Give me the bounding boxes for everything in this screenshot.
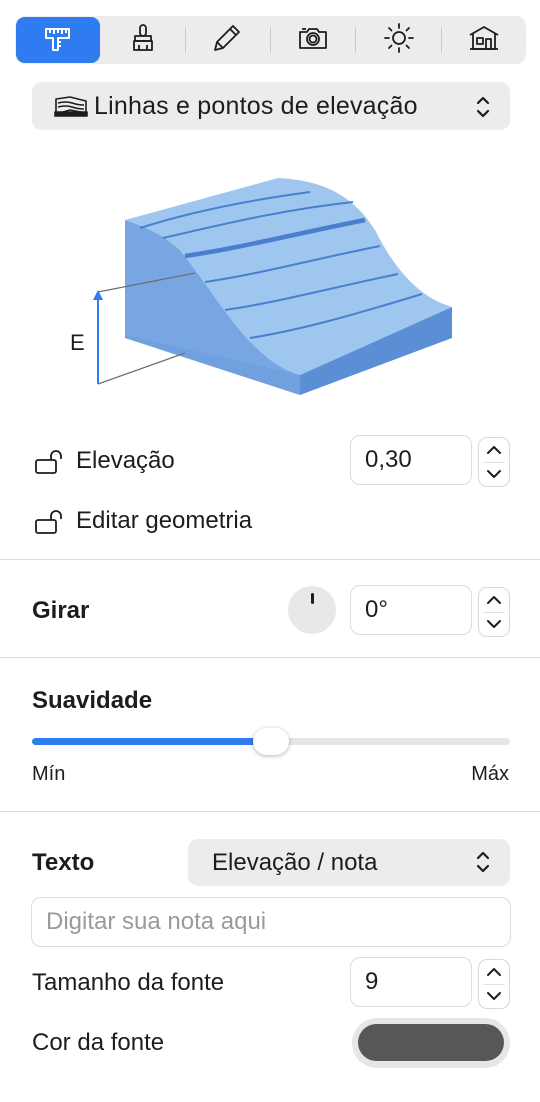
elevation-letter: E <box>70 330 85 355</box>
tab-brush[interactable] <box>100 16 184 64</box>
elevation-mode-select[interactable]: Linhas e pontos de elevação <box>32 82 510 130</box>
slider-max-label: Máx <box>471 763 509 785</box>
note-input[interactable] <box>31 897 511 947</box>
camera-icon <box>296 21 330 60</box>
font-size-label: Tamanho da fonte <box>32 969 225 996</box>
rotate-value-field[interactable]: 0° <box>350 585 472 635</box>
stepper-up-icon[interactable] <box>479 588 509 612</box>
section-divider <box>0 559 540 560</box>
smoothness-slider-thumb[interactable] <box>253 728 289 755</box>
edit-geometry-label: Editar geometria <box>76 507 253 534</box>
elevation-lines-icon <box>54 94 90 118</box>
ruler-gauge-icon <box>41 21 75 60</box>
text-type-value: Elevação / nota <box>212 848 378 876</box>
smoothness-slider-fill <box>32 738 271 745</box>
smoothness-title: Suavidade <box>32 687 153 714</box>
rotate-label: Girar <box>32 597 90 624</box>
tool-tab-bar <box>15 16 526 64</box>
font-size-stepper[interactable] <box>478 959 510 1009</box>
mode-select-value: Linhas e pontos de elevação <box>94 91 418 120</box>
stepper-up-icon[interactable] <box>479 960 509 984</box>
tab-measure[interactable] <box>16 17 101 63</box>
stepper-up-icon[interactable] <box>479 438 509 462</box>
text-type-select[interactable]: Elevação / nota <box>188 839 510 886</box>
tab-camera[interactable] <box>271 16 355 64</box>
brush-icon <box>126 21 160 60</box>
unlocked-lock-icon[interactable] <box>34 509 66 535</box>
dial-indicator <box>311 593 314 604</box>
section-divider <box>0 811 540 812</box>
tab-sun[interactable] <box>356 16 440 64</box>
chevron-updown-icon <box>474 94 492 120</box>
tab-building[interactable] <box>442 16 526 64</box>
font-size-field[interactable]: 9 <box>350 957 472 1007</box>
font-color-label: Cor da fonte <box>32 1029 165 1056</box>
font-color-well[interactable] <box>352 1018 510 1068</box>
rotation-dial[interactable] <box>288 586 336 634</box>
section-divider <box>0 657 540 658</box>
elevation-value-field[interactable]: 0,30 <box>350 435 472 485</box>
unlocked-lock-icon[interactable] <box>34 449 66 475</box>
elevation-label: Elevação <box>76 447 175 474</box>
text-label: Texto <box>32 849 95 876</box>
slider-min-label: Mín <box>32 763 66 785</box>
font-color-swatch <box>358 1024 504 1061</box>
building-icon <box>467 21 501 60</box>
sun-icon <box>382 21 416 60</box>
stepper-down-icon[interactable] <box>479 984 509 1008</box>
stepper-down-icon[interactable] <box>479 612 509 636</box>
elevation-stepper[interactable] <box>478 437 510 487</box>
pencil-icon <box>211 21 245 60</box>
tab-pencil[interactable] <box>186 16 270 64</box>
chevron-updown-icon <box>474 849 492 875</box>
measure-guide-bottom <box>97 352 186 385</box>
elevation-illustration: E <box>60 170 480 410</box>
stepper-down-icon[interactable] <box>479 462 509 486</box>
rotate-stepper[interactable] <box>478 587 510 637</box>
